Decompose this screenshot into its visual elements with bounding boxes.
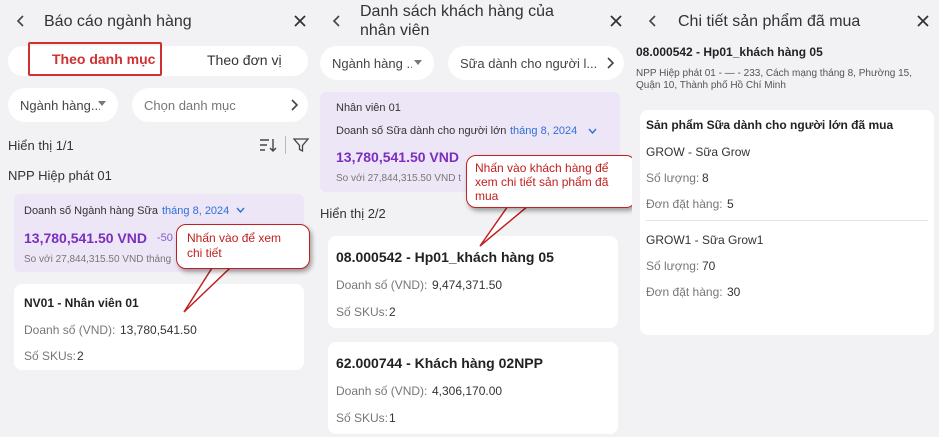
orders-label: Đơn đặt hàng:	[646, 285, 723, 299]
customer-title: 08.000542 - Hp01_khách hàng 05	[636, 45, 823, 59]
qty-label: Số lượng:	[646, 259, 700, 273]
purchase-detail-panel: Chi tiết sản phẩm đã mua 08.000542 - Hp0…	[632, 0, 939, 437]
customer-address: NPP Hiệp phát 01 - — - 233, Cách mạng th…	[636, 68, 913, 91]
callout-text: Nhấn vào để xem chi tiết	[187, 231, 282, 260]
product-name: GROW1 - Sữa Grow1	[646, 233, 764, 247]
qty-value: 70	[702, 259, 716, 273]
qty-value: 8	[702, 171, 709, 185]
qty-label: Số lượng:	[646, 171, 700, 185]
page-title: Chi tiết sản phẩm đã mua	[678, 13, 861, 30]
callout-tip: Nhấn vào để xem chi tiết	[176, 224, 310, 269]
customer-list-panel: Danh sách khách hàng của nhân viên Ngành…	[316, 0, 632, 437]
callout-pointer	[183, 267, 232, 313]
category-report-panel: Báo cáo ngành hàng Theo danh mục Theo đơ…	[0, 0, 316, 437]
section-title: Sản phẩm Sữa dành cho người lớn đã mua	[646, 118, 894, 132]
orders-value: 5	[727, 197, 734, 211]
back-icon[interactable]	[644, 12, 662, 30]
header: Chi tiết sản phẩm đã mua	[632, 0, 939, 44]
divider	[646, 220, 928, 221]
orders-label: Đơn đặt hàng:	[646, 197, 723, 211]
callout-text: Nhấn vào khách hàng để xem chi tiết sản …	[475, 161, 609, 203]
close-icon[interactable]	[915, 13, 931, 29]
products-card: Sản phẩm Sữa dành cho người lớn đã mua G…	[640, 110, 934, 335]
callout-pointer	[479, 205, 531, 247]
orders-value: 30	[727, 285, 741, 299]
product-name: GROW - Sữa Grow	[646, 145, 751, 159]
callout-tip: Nhấn vào khách hàng để xem chi tiết sản …	[466, 155, 632, 208]
